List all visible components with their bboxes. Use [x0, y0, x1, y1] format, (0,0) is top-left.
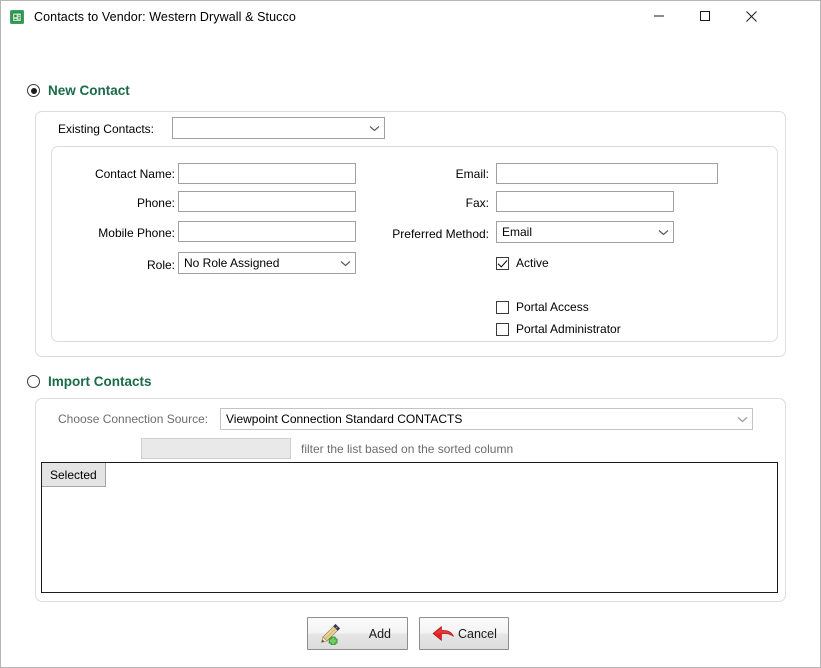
dialog-window: Contacts to Vendor: Western Drywall & St…: [0, 0, 821, 668]
radio-new-contact-label: New Contact: [48, 83, 130, 98]
connection-source-dropdown[interactable]: Viewpoint Connection Standard CONTACTS: [220, 408, 753, 430]
red-back-arrow-icon: [428, 621, 458, 647]
mobile-phone-label: Mobile Phone:: [98, 226, 175, 240]
contact-card-icon: [9, 9, 25, 25]
maximize-icon: [699, 10, 711, 22]
contact-name-input[interactable]: [178, 163, 356, 184]
email-input[interactable]: [496, 163, 718, 184]
portal-administrator-checkbox[interactable]: Portal Administrator: [496, 322, 621, 336]
chevron-down-icon: [732, 416, 752, 423]
portal-administrator-checkbox-label: Portal Administrator: [516, 322, 621, 336]
active-checkbox-label: Active: [516, 256, 549, 270]
chevron-down-icon: [364, 125, 384, 132]
cancel-button[interactable]: Cancel: [419, 617, 509, 650]
add-button-label: Add: [368, 626, 391, 641]
active-checkbox-box: [496, 256, 509, 270]
add-button[interactable]: Add: [307, 617, 408, 650]
email-label: Email:: [455, 167, 489, 181]
chevron-down-icon: [653, 229, 673, 236]
role-dropdown[interactable]: No Role Assigned: [178, 252, 356, 274]
mobile-phone-input[interactable]: [178, 221, 356, 242]
radio-new-contact-indicator: [27, 84, 40, 97]
portal-access-checkbox-box: [496, 300, 509, 314]
connection-source-label: Choose Connection Source:: [58, 412, 209, 426]
close-button[interactable]: [728, 1, 774, 31]
cancel-button-label: Cancel: [458, 626, 497, 641]
import-contacts-grid[interactable]: Selected: [41, 462, 778, 593]
preferred-method-dropdown[interactable]: Email: [496, 221, 674, 243]
radio-import-contacts-label: Import Contacts: [48, 374, 152, 389]
minimize-icon: [653, 10, 665, 22]
preferred-method-value: Email: [502, 225, 533, 239]
maximize-button[interactable]: [682, 1, 728, 31]
fax-label: Fax:: [465, 196, 489, 210]
phone-label: Phone:: [136, 196, 175, 210]
radio-import-contacts-indicator: [27, 375, 40, 388]
grid-column-selected[interactable]: Selected: [42, 463, 106, 487]
radio-new-contact[interactable]: New Contact: [27, 83, 130, 98]
portal-administrator-checkbox-box: [496, 322, 509, 336]
portal-access-checkbox[interactable]: Portal Access: [496, 300, 589, 314]
contact-name-label: Contact Name:: [94, 167, 175, 181]
window-title: Contacts to Vendor: Western Drywall & St…: [34, 9, 296, 24]
pen-add-icon: [316, 621, 346, 647]
radio-import-contacts[interactable]: Import Contacts: [27, 374, 152, 389]
title-bar: Contacts to Vendor: Western Drywall & St…: [1, 1, 820, 32]
role-label: Role:: [146, 258, 175, 272]
grid-header-row: Selected: [42, 463, 106, 487]
phone-input[interactable]: [178, 191, 356, 212]
portal-access-checkbox-label: Portal Access: [516, 300, 589, 314]
chevron-down-icon: [335, 260, 355, 267]
close-icon: [745, 10, 758, 23]
preferred-method-label: Preferred Method:: [392, 227, 489, 241]
existing-contacts-dropdown[interactable]: [172, 117, 385, 139]
connection-source-value: Viewpoint Connection Standard CONTACTS: [226, 412, 463, 426]
filter-hint: filter the list based on the sorted colu…: [301, 442, 514, 456]
fax-input[interactable]: [496, 191, 674, 212]
active-checkbox[interactable]: Active: [496, 256, 549, 270]
filter-input[interactable]: [141, 438, 291, 459]
minimize-button[interactable]: [636, 1, 682, 31]
role-value: No Role Assigned: [184, 256, 280, 270]
existing-contacts-label: Existing Contacts:: [57, 122, 154, 136]
